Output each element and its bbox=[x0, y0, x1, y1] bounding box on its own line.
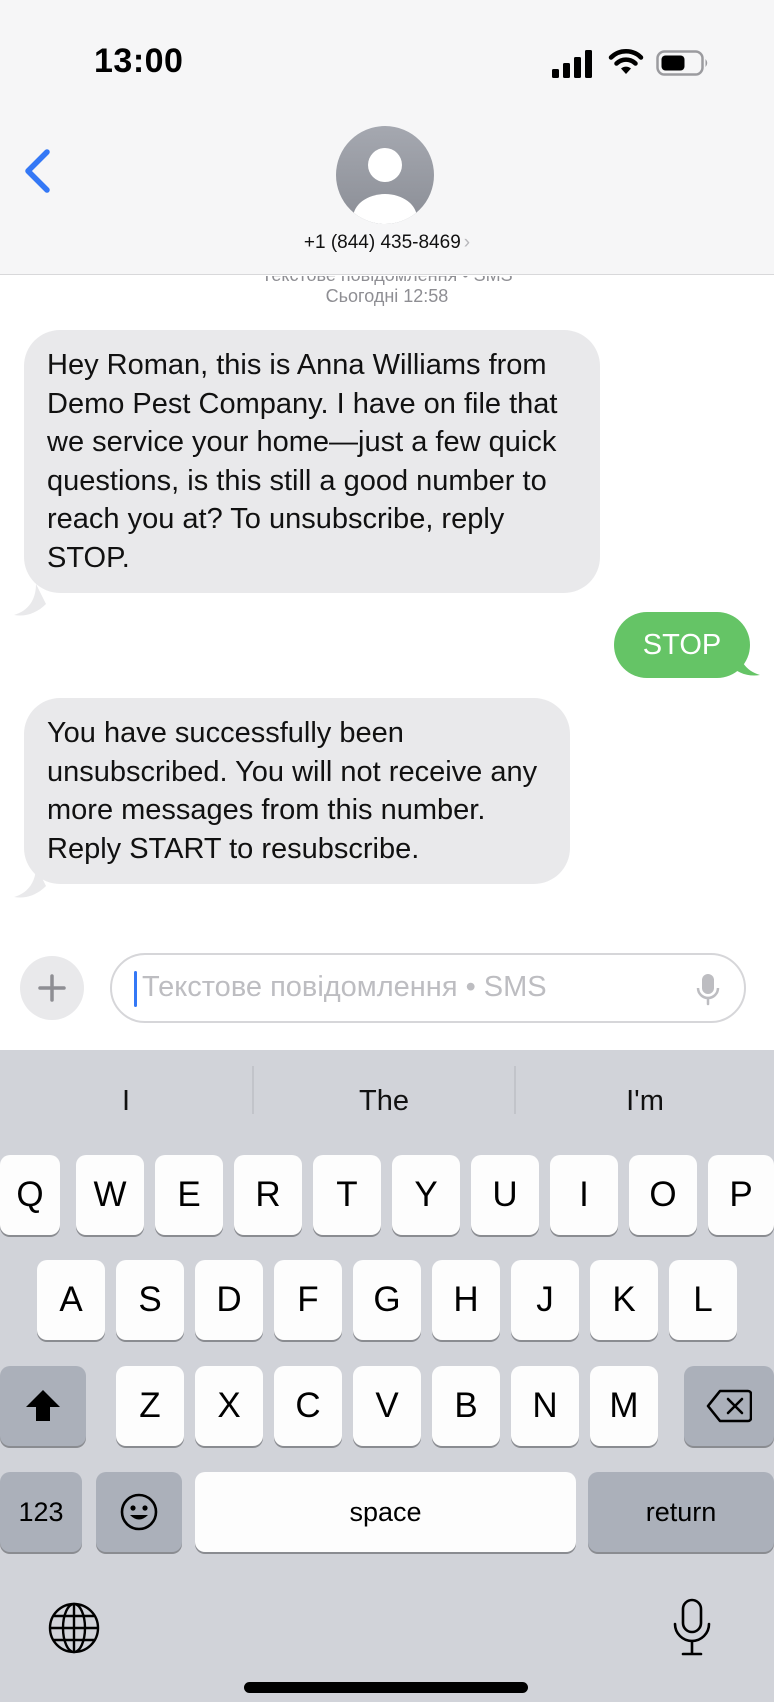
key-v[interactable]: V bbox=[353, 1366, 421, 1446]
key-g[interactable]: G bbox=[353, 1260, 421, 1340]
key-b[interactable]: B bbox=[432, 1366, 500, 1446]
home-indicator[interactable] bbox=[244, 1682, 528, 1693]
emoji-key[interactable] bbox=[96, 1472, 182, 1552]
key-n[interactable]: N bbox=[511, 1366, 579, 1446]
key-k[interactable]: K bbox=[590, 1260, 658, 1340]
key-c[interactable]: C bbox=[274, 1366, 342, 1446]
backspace-icon bbox=[706, 1389, 753, 1423]
key-a[interactable]: A bbox=[37, 1260, 105, 1340]
plus-icon bbox=[38, 974, 66, 1002]
key-i[interactable]: I bbox=[550, 1155, 618, 1235]
key-s[interactable]: S bbox=[116, 1260, 184, 1340]
suggestion-item[interactable]: I bbox=[0, 1070, 252, 1132]
contact-avatar[interactable] bbox=[336, 126, 434, 224]
key-x[interactable]: X bbox=[195, 1366, 263, 1446]
incoming-message-bubble[interactable]: You have successfully been unsubscribed.… bbox=[24, 698, 570, 884]
key-j[interactable]: J bbox=[511, 1260, 579, 1340]
predictive-bar: I The I'm bbox=[0, 1066, 774, 1132]
suggestion-item[interactable]: I'm bbox=[516, 1070, 774, 1132]
key-t[interactable]: T bbox=[313, 1155, 381, 1235]
status-icons bbox=[552, 46, 712, 80]
key-y[interactable]: Y bbox=[392, 1155, 460, 1235]
message-text: STOP bbox=[642, 629, 722, 661]
thread-timestamp: Сьогодні 12:58 bbox=[325, 286, 449, 306]
shift-icon bbox=[26, 1390, 60, 1421]
key-u[interactable]: U bbox=[471, 1155, 539, 1235]
key-p[interactable]: P bbox=[708, 1155, 774, 1235]
key-h[interactable]: H bbox=[432, 1260, 500, 1340]
key-q[interactable]: Q bbox=[0, 1155, 60, 1235]
message-text: You have successfully been unsubscribed.… bbox=[47, 717, 538, 865]
mic-icon[interactable] bbox=[696, 973, 720, 1007]
backspace-key[interactable] bbox=[684, 1366, 774, 1446]
suggestion-item[interactable]: The bbox=[254, 1070, 514, 1132]
message-thread[interactable]: Текстове повідомлення • SMS Сьогодні 12:… bbox=[0, 276, 774, 936]
navigation-header: 13:00 +1 (844) 435-8469 › bbox=[0, 0, 774, 275]
contact-name-button[interactable]: +1 (844) 435-8469 › bbox=[0, 232, 774, 254]
battery-icon bbox=[656, 50, 708, 76]
numbers-key[interactable]: 123 bbox=[0, 1472, 82, 1552]
message-input[interactable]: Текстове повідомлення • SMS bbox=[110, 953, 746, 1023]
contact-phone: +1 (844) 435-8469 bbox=[303, 232, 461, 253]
message-text: Hey Roman, this is Anna Williams from De… bbox=[47, 349, 558, 574]
key-d[interactable]: D bbox=[195, 1260, 263, 1340]
shift-key[interactable] bbox=[0, 1366, 86, 1446]
message-input-placeholder: Текстове повідомлення • SMS bbox=[142, 971, 547, 1003]
globe-icon[interactable] bbox=[46, 1600, 102, 1656]
space-key[interactable]: space bbox=[195, 1472, 576, 1552]
status-time: 13:00 bbox=[94, 42, 184, 80]
person-icon bbox=[353, 148, 417, 224]
emoji-icon bbox=[120, 1493, 158, 1531]
dictation-mic-icon[interactable] bbox=[672, 1598, 712, 1658]
apps-plus-button[interactable] bbox=[20, 956, 84, 1020]
key-f[interactable]: F bbox=[274, 1260, 342, 1340]
chevron-right-icon: › bbox=[463, 232, 471, 253]
key-e[interactable]: E bbox=[155, 1155, 223, 1235]
incoming-message-bubble[interactable]: Hey Roman, this is Anna Williams from De… bbox=[24, 330, 600, 593]
wifi-icon bbox=[608, 49, 644, 74]
back-chevron-icon[interactable] bbox=[18, 148, 58, 194]
service-label: Текстове повідомлення • SMS bbox=[0, 276, 774, 286]
key-o[interactable]: O bbox=[629, 1155, 697, 1235]
outgoing-message-bubble[interactable]: STOP bbox=[614, 612, 750, 678]
return-key[interactable]: return bbox=[588, 1472, 774, 1552]
key-m[interactable]: M bbox=[590, 1366, 658, 1446]
key-l[interactable]: L bbox=[669, 1260, 737, 1340]
key-w[interactable]: W bbox=[76, 1155, 144, 1235]
key-z[interactable]: Z bbox=[116, 1366, 184, 1446]
bubble-tail bbox=[14, 584, 46, 616]
text-cursor bbox=[134, 971, 137, 1007]
signal-icon bbox=[552, 50, 592, 78]
key-r[interactable]: R bbox=[234, 1155, 302, 1235]
